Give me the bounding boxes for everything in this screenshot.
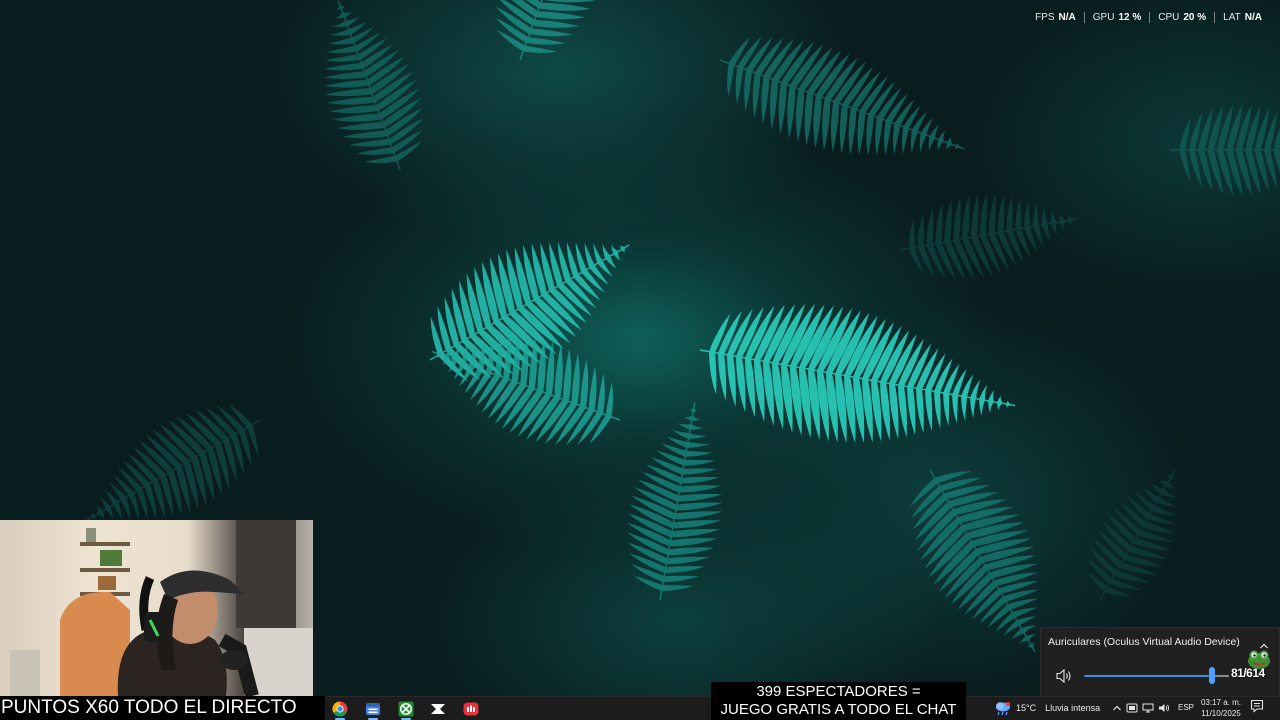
taskbar-chrome-button[interactable] xyxy=(329,699,351,720)
perf-cpu-value: 20 % xyxy=(1183,12,1207,23)
perf-gpu: GPU 12 % xyxy=(1083,12,1149,23)
network-icon[interactable] xyxy=(1142,702,1154,714)
webcam-feed xyxy=(0,520,313,696)
language-indicator[interactable]: ESP xyxy=(1178,696,1194,720)
perf-cpu-label: CPU xyxy=(1158,12,1180,23)
fern-frond xyxy=(323,0,424,171)
volume-overlay-value: 81/614 xyxy=(1231,666,1265,680)
taskbar-streamlabs-button[interactable] xyxy=(460,699,482,719)
weather-temp: 15°C xyxy=(1016,703,1037,713)
system-tray-icons xyxy=(1112,696,1170,720)
volume-flyout: Auriculares (Oculus Virtual Audio Device… xyxy=(1040,627,1280,696)
points-overlay-text: PUNTOS X60 TODO EL DIRECTO xyxy=(0,696,325,720)
weather-widget[interactable]: 15°C Lluvia intensa xyxy=(994,696,1100,720)
window-app-icon xyxy=(366,703,380,715)
notification-icon xyxy=(1250,699,1264,713)
perf-cpu: CPU 20 % xyxy=(1149,12,1214,23)
chevron-up-icon[interactable] xyxy=(1112,703,1122,713)
fern-frond xyxy=(627,402,723,601)
viewer-goal-line1: 399 ESPECTADORES = xyxy=(756,683,921,700)
volume-slider-thumb[interactable] xyxy=(1209,667,1215,684)
clock-time: 03:17 a. m. xyxy=(1200,698,1242,707)
clock[interactable]: 03:17 a. m. 11/10/2025 xyxy=(1198,697,1244,719)
fern-frond xyxy=(699,303,1016,444)
fern-frond xyxy=(1170,103,1280,197)
perf-lat-label: LAT xyxy=(1223,12,1241,23)
audio-device-name[interactable]: Auriculares (Oculus Virtual Audio Device… xyxy=(1048,636,1240,648)
fern-frond xyxy=(899,193,1078,280)
perf-fps-label: FPS xyxy=(1035,12,1055,23)
speaker-icon xyxy=(1056,668,1071,684)
fern-frond xyxy=(719,36,965,156)
performance-overlay: FPS N/A GPU 12 % CPU 20 % LAT N/A xyxy=(1027,12,1270,23)
streamlabs-icon xyxy=(463,702,479,716)
fern-frond xyxy=(1086,469,1177,601)
mute-button[interactable] xyxy=(1055,668,1073,689)
perf-lat: LAT N/A xyxy=(1214,12,1270,23)
taskbar-xbox-button[interactable] xyxy=(395,699,417,720)
rain-cloud-icon xyxy=(996,702,1010,716)
fern-frond xyxy=(495,0,596,61)
perf-fps-value: N/A xyxy=(1058,12,1076,23)
perf-fps: FPS N/A xyxy=(1027,12,1084,23)
perf-gpu-value: 12 % xyxy=(1118,12,1142,23)
viewer-goal-line2: JUEGO GRATIS A TODO EL CHAT xyxy=(720,701,957,718)
viewer-goal-banner: 399 ESPECTADORES = JUEGO GRATIS A TODO E… xyxy=(711,682,966,720)
capcut-icon xyxy=(431,704,445,714)
perf-gpu-label: GPU xyxy=(1092,12,1115,23)
device-icon[interactable] xyxy=(1126,702,1138,714)
clock-date: 11/10/2025 xyxy=(1201,709,1241,718)
weather-desc: Lluvia intensa xyxy=(1045,703,1101,713)
taskbar-window-app-button[interactable] xyxy=(362,699,384,720)
xbox-icon xyxy=(398,701,414,717)
volume-slider-fill xyxy=(1084,675,1209,677)
perf-lat-value: N/A xyxy=(1244,12,1262,23)
speaker-icon[interactable] xyxy=(1158,702,1170,714)
chrome-icon xyxy=(332,701,348,717)
webcam-scene xyxy=(10,520,313,696)
taskbar-capcut-button[interactable] xyxy=(427,699,449,719)
notification-button[interactable] xyxy=(1250,699,1264,718)
